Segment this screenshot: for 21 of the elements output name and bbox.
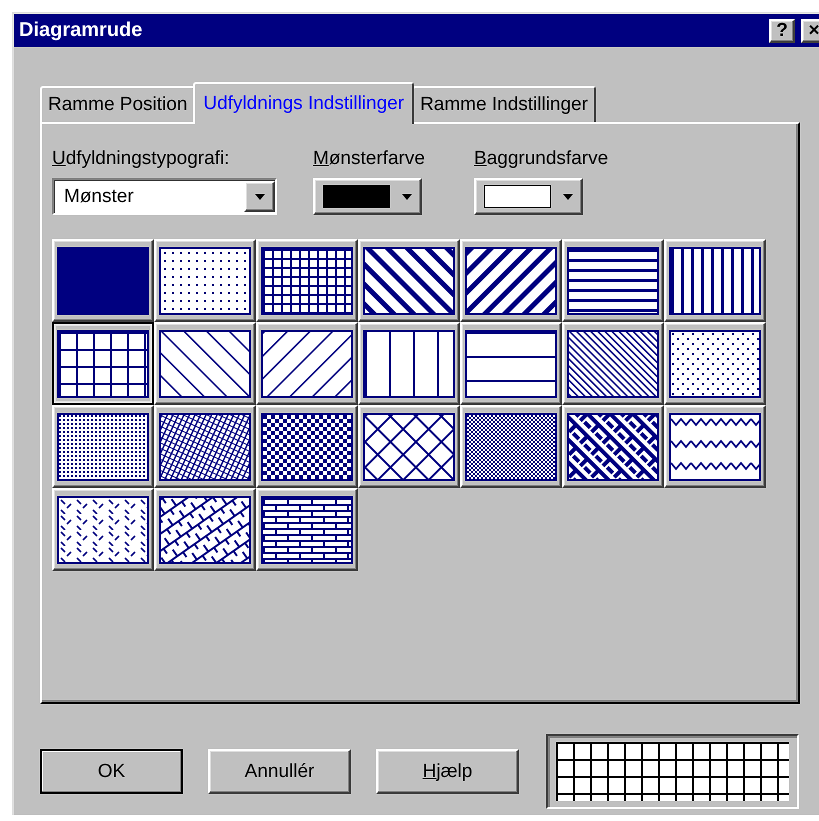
dropdown-arrow-button[interactable] xyxy=(244,181,275,212)
fill-style-dropdown[interactable]: Mønster xyxy=(52,178,277,215)
help-button[interactable]: ? xyxy=(769,18,795,42)
field-label: Udfyldningstypografi: xyxy=(52,148,230,170)
close-button[interactable]: × xyxy=(801,18,819,42)
dropdown-value: Mønster xyxy=(64,186,135,208)
pattern-swatch[interactable] xyxy=(52,322,154,405)
dialog-button[interactable]: Hjælp xyxy=(376,749,519,794)
tab[interactable]: Udfyldnings Indstillinger xyxy=(193,82,414,124)
dialog-button[interactable]: Annullér xyxy=(208,749,351,794)
tab[interactable]: Ramme Indstillinger xyxy=(412,86,596,122)
dialog-button[interactable]: OK xyxy=(40,749,183,794)
field-label: Mønsterfarve xyxy=(313,148,426,170)
field-label: Baggrundsfarve xyxy=(474,148,608,170)
pattern-color-picker[interactable] xyxy=(313,178,422,215)
window-title: Diagramrude xyxy=(19,19,144,42)
tab[interactable]: Ramme Position xyxy=(40,86,196,122)
caret-icon xyxy=(563,194,573,200)
background-color-picker[interactable] xyxy=(474,178,583,215)
caret-icon xyxy=(254,194,264,200)
caret-icon xyxy=(402,194,412,200)
